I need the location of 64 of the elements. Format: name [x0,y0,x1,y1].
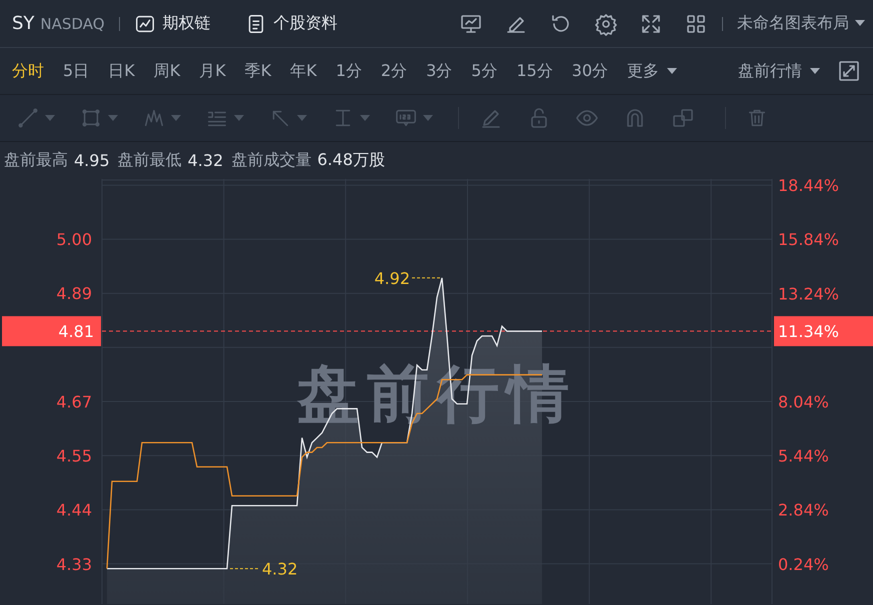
line-tool-icon[interactable] [17,107,39,129]
period-tab[interactable]: 1分 [336,60,362,82]
price-axis-label: 4.44 [56,500,92,520]
extreme-price-label: 4.92 [374,268,410,288]
percent-axis-label: 5.44% [778,446,829,466]
percent-axis-label: 8.04% [778,392,829,412]
stock-symbol: SY [12,13,34,34]
period-tab[interactable]: 分时 [12,60,44,82]
stat-label: 盘前最低 [118,150,182,171]
period-tab[interactable]: 2分 [380,60,408,82]
period-tab[interactable]: 5日 [63,60,90,82]
ref-line-label: 4.81 [58,322,94,342]
price-axis-label: 4.89 [56,284,92,304]
expand-icon[interactable] [837,59,861,83]
period-tab[interactable]: 月K [199,60,226,82]
leader-line [230,568,260,570]
last-change-tag: 11.34% [774,316,873,346]
trash-icon[interactable] [746,107,768,129]
period-tab[interactable]: 季K [244,60,272,82]
period-tab[interactable]: 周K [154,60,180,82]
percent-axis-label: 18.44% [778,179,840,196]
extreme-price-label: 4.32 [262,560,298,579]
caret-icon [45,114,55,122]
period-tab[interactable]: 年K [290,60,317,82]
percent-axis-label: 0.24% [778,554,829,574]
caret-icon [423,114,433,122]
last-price-tag: 4.81 [2,316,101,346]
rectangle-tool-icon[interactable] [80,107,102,129]
pattern-tool-icon[interactable] [143,107,165,129]
session-dropdown[interactable]: 盘前行情 [738,60,820,82]
leader-line [412,277,440,278]
stat-label: 盘前最高 [4,150,68,171]
caret-icon [667,68,678,74]
percent-axis-label: 15.84% [778,230,840,250]
caret-icon [855,20,865,27]
price-axis-label: 4.33 [56,554,92,574]
stat-value: 4.95 [74,151,110,170]
copy-icon[interactable] [671,106,695,130]
stat-value: 4.32 [188,151,224,170]
header-link[interactable]: 个股资料 [274,13,338,34]
period-tab[interactable]: 5分 [471,60,498,82]
stat-label: 盘前成交量 [231,150,312,171]
period-tab[interactable]: 15分 [516,60,553,82]
header-link[interactable]: 期权链 [162,13,211,34]
callout-tool-icon[interactable] [395,107,417,129]
exchange-label: NASDAQ [40,14,105,32]
caret-icon [171,114,181,122]
layout-dropdown[interactable]: 未命名图表布局 [737,13,865,34]
price-axis-label: 4.67 [56,392,92,412]
caret-icon [234,114,244,122]
percent-axis-label: 2.84% [778,500,829,520]
period-tab[interactable]: 30分 [572,60,608,82]
period-tab[interactable]: 3分 [426,60,452,82]
settings-icon[interactable] [594,12,618,36]
caret-icon [810,68,820,74]
stat-value: 6.48万股 [317,150,385,171]
percent-axis-label: 13.24% [778,284,840,304]
period-tab[interactable]: 日K [108,60,135,82]
caret-icon [297,114,307,122]
caret-icon [108,114,118,122]
price-axis-label: 4.55 [56,446,92,466]
caret-icon [360,114,370,122]
price-axis-label: 5.00 [56,230,92,250]
more-dropdown[interactable]: 更多 [627,60,678,82]
